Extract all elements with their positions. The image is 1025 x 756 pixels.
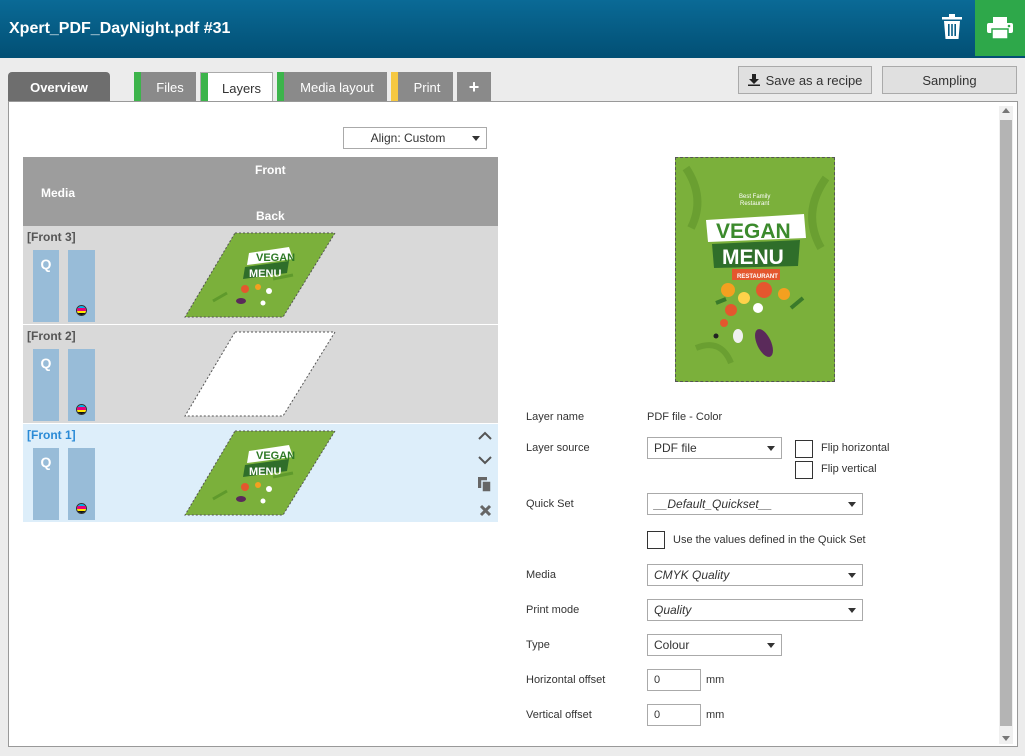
layer-name: [Front 2] [27, 329, 76, 343]
layer-source-label: Layer source [526, 442, 590, 454]
type-select[interactable]: Colour [647, 634, 782, 656]
tab-media-layout[interactable]: Media layout [277, 72, 387, 102]
media-header: Media [41, 186, 76, 200]
tab-overview[interactable]: Overview [8, 72, 110, 102]
preview-tagline-2: Restaurant [740, 201, 770, 207]
vertical-offset-label: Vertical offset [526, 709, 592, 721]
quickset-label: Quick Set [526, 498, 574, 510]
download-icon [747, 74, 760, 86]
layer-source-select[interactable]: PDF file [647, 437, 782, 459]
print-mode-value: Quality [654, 603, 692, 617]
preview-title: VEGAN [716, 220, 791, 243]
color-indicator [68, 250, 95, 322]
tab-media-layout-label: Media layout [300, 79, 374, 95]
tab-print-label: Print [413, 79, 441, 95]
media-label: Media [526, 569, 556, 581]
move-up-icon[interactable] [476, 426, 494, 444]
move-down-icon[interactable] [476, 451, 494, 469]
printer-icon [987, 17, 1013, 39]
layer-preview: Best Family Restaurant VEGAN MENU RESTAU… [675, 157, 835, 382]
chevron-down-icon [767, 446, 775, 451]
trash-icon[interactable] [936, 10, 968, 44]
flip-horizontal-label: Flip horizontal [821, 442, 890, 454]
cmyk-icon [76, 404, 87, 415]
layer-name: [Front 3] [27, 230, 76, 244]
save-recipe-label: Save as a recipe [765, 72, 863, 88]
scroll-down-icon[interactable] [1002, 736, 1010, 741]
chevron-down-icon [767, 643, 775, 648]
delete-icon[interactable] [476, 501, 494, 519]
status-marker [277, 72, 284, 102]
align-select[interactable]: Align: Custom [343, 127, 487, 149]
chevron-down-icon [848, 502, 856, 507]
horizontal-offset-input[interactable]: 0 [647, 669, 701, 691]
chevron-down-icon [472, 136, 480, 141]
layer-row-front-2[interactable]: [Front 2] Q [23, 325, 498, 423]
color-indicator [68, 349, 95, 421]
layer-thumbnail: VEGAN MENU [184, 430, 336, 516]
scroll-up-icon[interactable] [1002, 108, 1010, 113]
media-value: CMYK Quality [654, 568, 730, 582]
horizontal-offset-label: Horizontal offset [526, 674, 606, 686]
title-bar: Xpert_PDF_DayNight.pdf #31 [0, 0, 1025, 58]
layer-source-value: PDF file [654, 441, 697, 455]
layer-thumbnail-empty [184, 331, 336, 417]
tab-files[interactable]: Files [134, 72, 196, 102]
media-select[interactable]: CMYK Quality [647, 564, 863, 586]
quickset-value: __Default_Quickset__ [654, 497, 773, 511]
vertical-offset-input[interactable]: 0 [647, 704, 701, 726]
quickset-indicator: Q [33, 349, 59, 421]
tab-layers[interactable]: Layers [200, 72, 273, 103]
sampling-button[interactable]: Sampling [882, 66, 1017, 94]
chevron-down-icon [848, 573, 856, 578]
quickset-select[interactable]: __Default_Quickset__ [647, 493, 863, 515]
layer-row-front-1[interactable]: [Front 1] Q VEGAN MENU [23, 424, 498, 522]
layer-name-value: PDF file - Color [647, 411, 723, 423]
document-title: Xpert_PDF_DayNight.pdf #31 [9, 20, 231, 37]
cmyk-icon [76, 305, 87, 316]
scrollbar-thumb[interactable] [1000, 120, 1012, 726]
tab-print[interactable]: Print [391, 72, 453, 102]
type-value: Colour [654, 638, 690, 652]
layer-row-front-3[interactable]: [Front 3] Q VEGAN MENU [23, 226, 498, 324]
layer-name-label: Layer name [526, 411, 585, 423]
thumb-title: VEGAN [256, 450, 295, 462]
print-mode-select[interactable]: Quality [647, 599, 863, 621]
print-mode-label: Print mode [526, 604, 580, 616]
print-button[interactable] [975, 0, 1025, 56]
scrollbar[interactable] [999, 106, 1013, 744]
layers-table-header: Front Media Back [23, 157, 498, 226]
duplicate-icon[interactable] [476, 476, 494, 494]
status-marker [391, 72, 398, 102]
tab-layers-label: Layers [221, 80, 262, 96]
use-quickset-label: Use the values defined in the Quick Set [673, 534, 866, 546]
front-header: Front [255, 163, 286, 177]
horizontal-offset-unit: mm [706, 674, 725, 686]
flip-horizontal-checkbox[interactable] [795, 440, 813, 458]
flip-vertical-label: Flip vertical [821, 463, 877, 475]
layer-name: [Front 1] [27, 428, 76, 442]
cmyk-icon [76, 503, 87, 514]
status-marker [134, 72, 141, 102]
chevron-down-icon [848, 608, 856, 613]
tab-files-label: Files [156, 79, 184, 95]
preview-subtitle: MENU [722, 246, 784, 269]
quickset-indicator: Q [33, 250, 59, 322]
layer-thumbnail: VEGAN MENU [184, 232, 336, 318]
save-recipe-button[interactable]: Save as a recipe [738, 66, 872, 94]
tab-add[interactable]: + [457, 72, 491, 102]
align-value: Align: Custom [370, 131, 446, 145]
thumb-title: VEGAN [256, 252, 295, 264]
preview-tagline-1: Best Family [739, 194, 770, 200]
vertical-offset-unit: mm [706, 709, 725, 721]
quickset-indicator: Q [33, 448, 59, 520]
preview-restaurant: RESTAURANT [737, 274, 778, 280]
color-indicator [68, 448, 95, 520]
flip-vertical-checkbox[interactable] [795, 461, 813, 479]
type-label: Type [526, 639, 550, 651]
use-quickset-checkbox[interactable] [647, 531, 665, 549]
back-header: Back [256, 209, 285, 223]
status-marker [201, 73, 208, 103]
